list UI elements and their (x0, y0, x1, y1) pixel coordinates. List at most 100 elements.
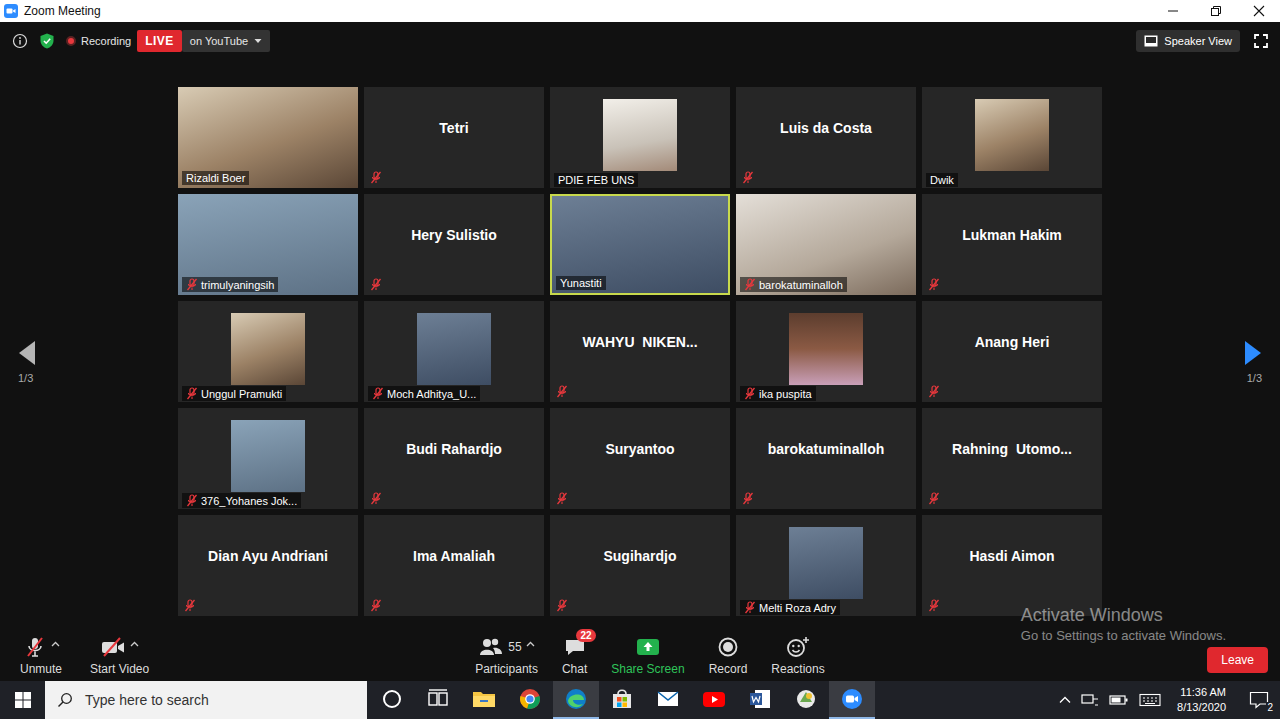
participant-name-label: Unggul Pramukti (182, 386, 286, 401)
battery-icon[interactable] (1109, 694, 1129, 706)
participant-tile[interactable]: Sugihardjo (550, 515, 730, 616)
fullscreen-icon[interactable] (1254, 34, 1268, 48)
toolbar-button[interactable]: 55Participants (471, 634, 542, 676)
profile-picture (789, 313, 863, 385)
participant-tile[interactable]: Lukman Hakim (922, 194, 1102, 295)
caret-up-icon[interactable] (51, 641, 60, 647)
participant-tile[interactable]: Budi Rahardjo (364, 408, 544, 509)
profile-picture (417, 313, 491, 385)
participant-name: Budi Rahardjo (400, 408, 508, 490)
caret-up-icon[interactable] (526, 641, 535, 647)
network-icon[interactable] (1081, 692, 1099, 708)
taskbar-app[interactable] (599, 681, 645, 719)
participant-tile[interactable]: Moch Adhitya_U... (364, 301, 544, 402)
participant-name-label: barokatuminalloh (740, 277, 847, 292)
taskbar-app[interactable] (369, 681, 415, 719)
desktop: Zoom MeetingRecordingLIVEon YouTubeSpeak… (0, 0, 1280, 719)
participant-tile[interactable]: barokatuminalloh (736, 194, 916, 295)
participant-tile[interactable]: Suryantoo (550, 408, 730, 509)
participant-tile[interactable]: Anang Heri (922, 301, 1102, 402)
participant-tile[interactable]: ika puspita (736, 301, 916, 402)
show-hidden-icons-icon[interactable] (1059, 695, 1071, 705)
stream-dropdown[interactable]: on YouTube (182, 30, 270, 52)
toolbar-button[interactable]: Start Video (86, 634, 153, 676)
participant-tile[interactable]: Melti Roza Adry (736, 515, 916, 616)
muted-mic-icon (928, 599, 940, 612)
participant-name: Hery Sulistio (405, 194, 503, 276)
toolbar-button[interactable]: Record (705, 634, 752, 676)
participant-tile[interactable]: Unggul Pramukti (178, 301, 358, 402)
profile-picture (789, 527, 863, 599)
participant-tile[interactable]: Dwik (922, 87, 1102, 188)
muted-mic-icon (556, 492, 568, 505)
toolbar-button[interactable]: Reactions (767, 634, 828, 676)
participant-name: barokatuminalloh (762, 408, 891, 490)
muted-mic-icon (744, 601, 756, 614)
recording-dot-icon (66, 36, 76, 46)
participant-tile[interactable]: Hery Sulistio (364, 194, 544, 295)
participant-name: Hasdi Aimon (963, 515, 1060, 597)
muted-mic-icon (186, 387, 198, 400)
participant-tile[interactable]: WAHYU NIKEN... (550, 301, 730, 402)
participant-tile[interactable]: Ima Amaliah (364, 515, 544, 616)
leave-button[interactable]: Leave (1207, 647, 1268, 673)
participant-name-label: Rizaldi Boer (182, 171, 249, 185)
taskbar-app[interactable] (645, 681, 691, 719)
toolbar-button[interactable]: Unmute (16, 634, 66, 676)
live-badge: LIVE (137, 30, 182, 52)
participant-tile[interactable]: Rizaldi Boer (178, 87, 358, 188)
taskbar-app[interactable] (691, 681, 737, 719)
profile-picture (603, 99, 677, 171)
close-button[interactable] (1237, 0, 1280, 22)
participants-icon (478, 635, 504, 659)
participant-tile[interactable]: PDIE FEB UNS (550, 87, 730, 188)
participant-tile[interactable]: trimulyaningsih (178, 194, 358, 295)
minimize-icon (1167, 5, 1179, 17)
taskbar-app[interactable] (737, 681, 783, 719)
toolbar-button[interactable]: 22Chat (558, 634, 591, 676)
participant-tile[interactable]: Dian Ayu Andriani (178, 515, 358, 616)
muted-mic-icon (928, 385, 940, 398)
taskbar-app[interactable] (507, 681, 553, 719)
participant-name-label: Melti Roza Adry (740, 600, 840, 615)
minimize-button[interactable] (1151, 0, 1194, 22)
page-indicator: 1/3 (1247, 372, 1262, 384)
participant-tile[interactable]: Rahning Utomo... (922, 408, 1102, 509)
store-icon (610, 687, 634, 711)
system-tray: 11:36 AM8/13/2020 2 (1059, 681, 1280, 719)
taskbar-app[interactable] (829, 681, 875, 719)
participant-tile[interactable]: barokatuminalloh (736, 408, 916, 509)
speaker-view-button[interactable]: Speaker View (1136, 30, 1240, 52)
previous-page-button[interactable]: 1/3 (0, 87, 178, 616)
taskbar-app[interactable] (553, 681, 599, 719)
participant-tile[interactable]: Luis da Costa (736, 87, 916, 188)
participant-name: Sugihardjo (597, 515, 682, 597)
muted-mic-icon (370, 492, 382, 505)
dropdown-arrow-icon (254, 38, 262, 44)
toolbar-button[interactable]: Share Screen (607, 634, 688, 676)
participant-tile[interactable]: Hasdi Aimon (922, 515, 1102, 616)
muted-mic-icon (186, 494, 198, 507)
taskbar-app[interactable] (461, 681, 507, 719)
restore-button[interactable] (1194, 0, 1237, 22)
caret-up-icon[interactable] (130, 641, 139, 647)
action-center-button[interactable]: 2 (1242, 691, 1276, 709)
info-icon[interactable] (12, 33, 28, 49)
chat-badge: 22 (576, 629, 595, 642)
page-indicator: 1/3 (18, 372, 33, 384)
search-box[interactable]: Type here to search (45, 681, 367, 719)
security-shield-icon[interactable] (38, 32, 56, 50)
next-page-button[interactable]: 1/3 (1102, 87, 1280, 616)
participant-name-label: Yunastiti (556, 276, 606, 290)
participant-tile[interactable]: Yunastiti (550, 194, 730, 295)
start-button[interactable] (0, 681, 45, 719)
participant-tile[interactable]: 376_Yohanes Jok... (178, 408, 358, 509)
muted-mic-icon (186, 278, 198, 291)
taskbar-app[interactable] (415, 681, 461, 719)
participant-name-label: Dwik (926, 173, 958, 187)
taskbar-app[interactable] (783, 681, 829, 719)
right-arrow-icon (1244, 340, 1262, 366)
participant-tile[interactable]: Tetri (364, 87, 544, 188)
clock[interactable]: 11:36 AM8/13/2020 (1171, 685, 1232, 715)
keyboard-icon[interactable] (1139, 693, 1161, 707)
